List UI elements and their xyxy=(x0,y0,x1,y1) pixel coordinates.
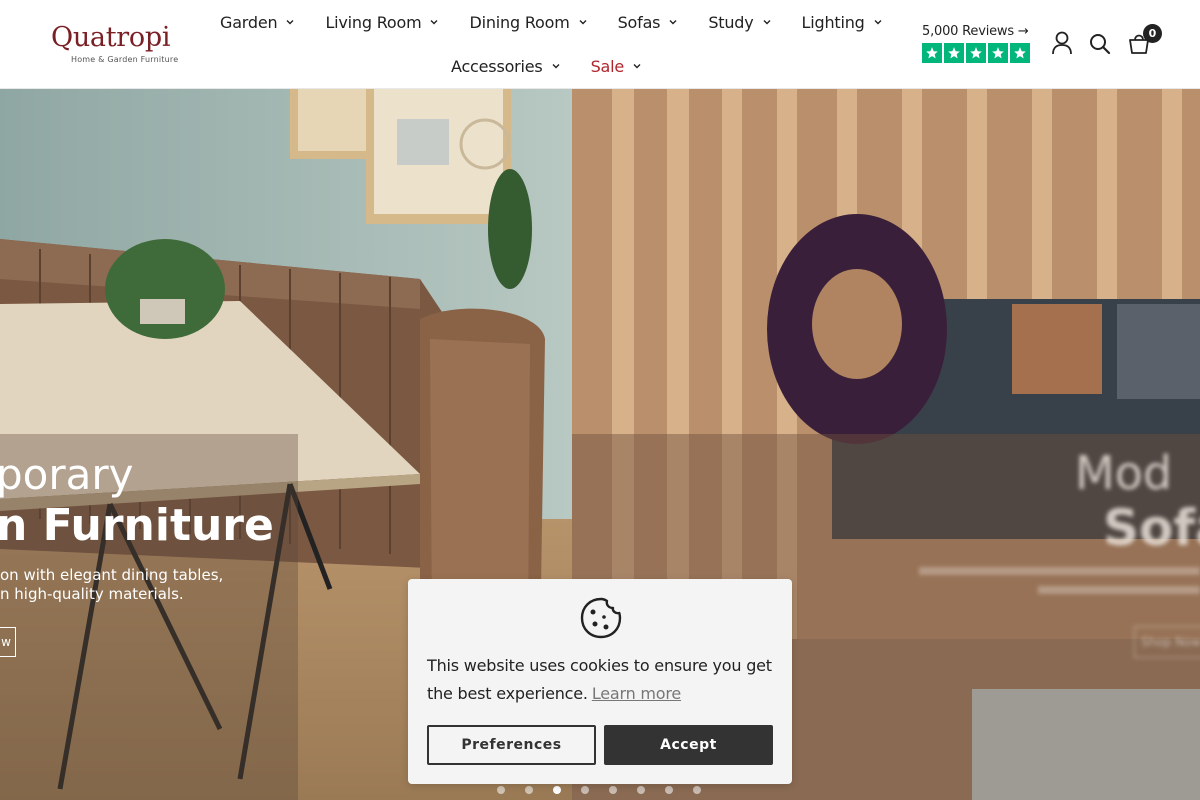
main-nav-row-2: Accessories Sale xyxy=(451,54,642,78)
rating-stars xyxy=(922,43,1030,63)
nav-accessories[interactable]: Accessories xyxy=(451,57,561,76)
account-icon[interactable] xyxy=(1049,30,1075,56)
slider-pagination xyxy=(497,785,701,795)
reviews-widget[interactable]: 5,000 Reviews → xyxy=(922,24,1034,66)
hero-shop-button[interactable]: w xyxy=(0,627,16,657)
hero-sofa-desc-line1 xyxy=(919,567,1200,575)
site-logo[interactable]: Quatropi Home & Garden Furniture xyxy=(51,22,191,66)
star-icon xyxy=(1010,43,1030,63)
hero-button-label: w xyxy=(1,635,11,649)
nav-label: Dining Room xyxy=(469,12,570,32)
slider-dot[interactable] xyxy=(609,786,617,794)
nav-label: Study xyxy=(708,12,754,32)
chevron-down-icon xyxy=(874,20,882,25)
nav-label: Garden xyxy=(220,12,278,32)
star-icon xyxy=(966,43,986,63)
nav-sale[interactable]: Sale xyxy=(591,57,642,76)
slider-dot[interactable] xyxy=(525,786,533,794)
nav-dining-room[interactable]: Dining Room xyxy=(469,13,587,32)
star-icon xyxy=(988,43,1008,63)
slider-dot[interactable] xyxy=(581,786,589,794)
nav-garden[interactable]: Garden xyxy=(220,13,295,32)
hero-desc-line2: n high-quality materials. xyxy=(0,585,184,603)
slider-dot[interactable] xyxy=(637,786,645,794)
nav-living-room[interactable]: Living Room xyxy=(325,13,439,32)
reviews-label: 5,000 Reviews xyxy=(922,24,1014,39)
site-header: Quatropi Home & Garden Furniture Garden … xyxy=(0,0,1200,89)
nav-label: Sofas xyxy=(617,12,661,32)
reviews-count: 5,000 Reviews → xyxy=(922,24,1034,39)
chevron-down-icon xyxy=(430,20,438,25)
arrow-right-icon: → xyxy=(1017,24,1029,39)
hero-sofa-title-line1: Mod xyxy=(1075,446,1173,500)
slider-dot-active[interactable] xyxy=(553,786,561,794)
learn-more-link[interactable]: Learn more xyxy=(592,684,681,703)
hero-desc-line1: on with elegant dining tables, xyxy=(0,566,224,584)
cookie-message: This website uses cookies to ensure you … xyxy=(427,652,777,708)
nav-lighting[interactable]: Lighting xyxy=(802,13,883,32)
slider-dot[interactable] xyxy=(693,786,701,794)
accept-button[interactable]: Accept xyxy=(604,725,773,765)
nav-label: Accessories xyxy=(451,56,543,76)
logo-wordmark: Quatropi xyxy=(51,22,171,53)
nav-sofas[interactable]: Sofas xyxy=(618,13,679,32)
hero-sofa-button-label: Shop Now xyxy=(1141,635,1200,649)
hero-title-line1: porary xyxy=(0,450,134,499)
chevron-down-icon xyxy=(763,20,771,25)
nav-study[interactable]: Study xyxy=(708,13,771,32)
chevron-down-icon xyxy=(579,20,587,25)
slider-dot[interactable] xyxy=(665,786,673,794)
hero-sofa-title-line2: Sofa xyxy=(1103,499,1200,557)
nav-label: Living Room xyxy=(325,12,422,32)
star-icon xyxy=(944,43,964,63)
hero-sofa-shop-button[interactable]: Shop Now xyxy=(1134,626,1200,658)
slider-dot[interactable] xyxy=(497,786,505,794)
chevron-down-icon xyxy=(552,64,560,69)
logo-tagline: Home & Garden Furniture xyxy=(71,55,179,64)
nav-label: Lighting xyxy=(801,12,865,32)
cookie-icon xyxy=(580,597,622,639)
chevron-down-icon xyxy=(633,64,641,69)
nav-label: Sale xyxy=(590,56,625,76)
cart-count-badge: 0 xyxy=(1143,24,1162,43)
hero-title-line2: n Furniture xyxy=(0,500,274,551)
search-icon[interactable] xyxy=(1087,31,1113,57)
star-icon xyxy=(922,43,942,63)
chevron-down-icon xyxy=(669,20,677,25)
hero-sofa-desc-line2 xyxy=(1038,586,1200,594)
chevron-down-icon xyxy=(286,20,294,25)
cookie-banner: This website uses cookies to ensure you … xyxy=(408,579,792,784)
main-nav-row-1: Garden Living Room Dining Room Sofas Stu… xyxy=(220,10,883,34)
preferences-button[interactable]: Preferences xyxy=(427,725,596,765)
